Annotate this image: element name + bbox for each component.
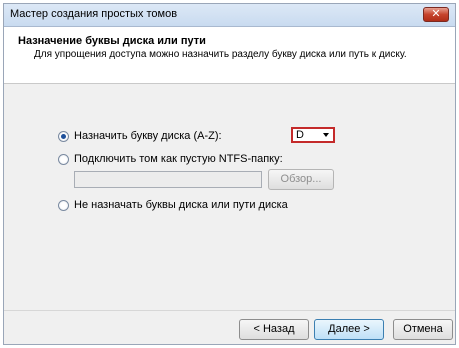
chevron-down-icon: [323, 133, 329, 137]
assign-letter-option[interactable]: Назначить букву диска (A-Z):: [58, 130, 222, 142]
folder-path-input[interactable]: [74, 171, 262, 188]
mount-folder-radio[interactable]: [58, 153, 69, 165]
back-button[interactable]: < Назад: [239, 319, 309, 340]
no-assign-option[interactable]: Не назначать буквы диска или пути диска: [58, 199, 288, 211]
next-button[interactable]: Далее >: [314, 319, 384, 340]
no-assign-label: Не назначать буквы диска или пути диска: [74, 199, 288, 211]
mount-folder-label: Подключить том как пустую NTFS-папку:: [74, 153, 283, 165]
window-title: Мастер создания простых томов: [10, 8, 178, 20]
mount-folder-option[interactable]: Подключить том как пустую NTFS-папку:: [58, 153, 283, 165]
assign-letter-radio[interactable]: [58, 130, 69, 142]
drive-letter-select[interactable]: D: [291, 127, 335, 143]
close-button[interactable]: ✕: [423, 7, 449, 22]
drive-letter-value: D: [296, 129, 304, 141]
no-assign-radio[interactable]: [58, 199, 69, 211]
close-icon: ✕: [431, 7, 441, 20]
page-description: Для упрощения доступа можно назначить ра…: [34, 49, 407, 60]
footer-separator: [4, 310, 455, 311]
wizard-window: Мастер создания простых томов ✕ Назначен…: [3, 3, 456, 345]
wizard-header: Назначение буквы диска или пути Для упро…: [4, 27, 455, 84]
page-title: Назначение буквы диска или пути: [18, 35, 206, 47]
assign-letter-label: Назначить букву диска (A-Z):: [74, 130, 222, 142]
browse-button[interactable]: Обзор...: [268, 169, 334, 190]
cancel-button[interactable]: Отмена: [393, 319, 453, 340]
title-bar: Мастер создания простых томов ✕: [4, 4, 455, 27]
